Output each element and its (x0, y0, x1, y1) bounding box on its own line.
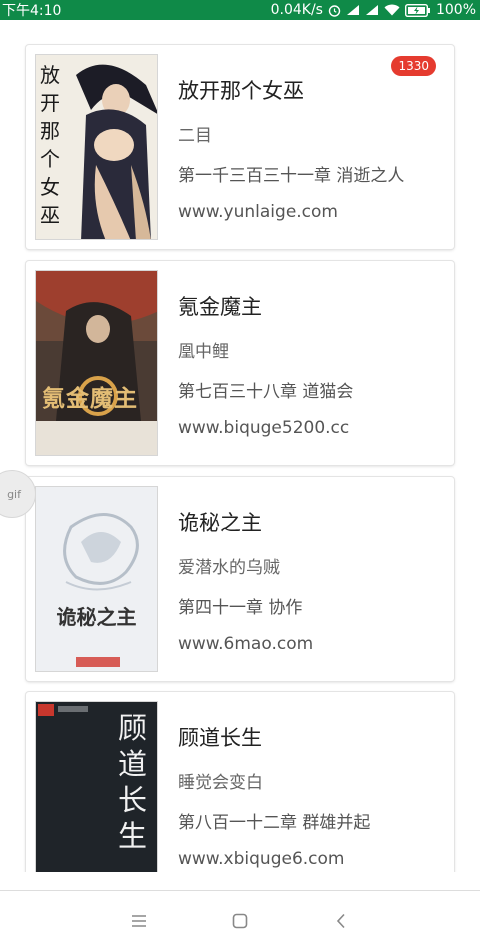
status-indicators: 0.04K/s 100% (271, 2, 476, 18)
book-cover: 诡秘之主 (35, 486, 158, 672)
book-cover: 氪金魔主 (35, 270, 158, 456)
book-author: 二目 (178, 126, 212, 146)
cover-title: 顾道长生 (118, 711, 148, 853)
book-card[interactable]: 氪金魔主 氪金魔主 凰中鲤 第七百三十八章 道猫会 www.biquge5200… (26, 261, 454, 465)
back-button[interactable] (328, 908, 354, 934)
navigation-bar (0, 890, 480, 950)
book-source: www.6mao.com (178, 634, 314, 654)
book-title: 诡秘之主 (178, 511, 262, 535)
menu-button[interactable] (126, 908, 152, 934)
book-source: www.xbiquge6.com (178, 849, 345, 869)
status-time: 下午4:10 (2, 3, 62, 19)
signal-icon-2 (365, 4, 379, 16)
book-latest-chapter: 第四十一章 协作 (178, 598, 303, 618)
book-title: 氪金魔主 (178, 295, 262, 319)
alarm-icon (328, 4, 341, 17)
book-source: www.yunlaige.com (178, 202, 338, 222)
book-latest-chapter: 第一千三百三十一章 消逝之人 (178, 166, 405, 186)
menu-icon (132, 914, 146, 927)
battery-icon (404, 3, 431, 17)
book-card[interactable]: 放开那个女巫 放开那个女巫 二目 第一千三百三十一章 消逝之人 www.yunl… (26, 45, 454, 249)
bookshelf-list[interactable]: 放开那个女巫 放开那个女巫 二目 第一千三百三十一章 消逝之人 www.yunl… (0, 20, 480, 872)
book-author: 睡觉会变白 (178, 773, 263, 793)
unread-badge: 1330 (391, 56, 436, 76)
status-bar: 下午4:10 0.04K/s 100% (0, 0, 480, 20)
wifi-icon (384, 4, 400, 16)
gif-label: gif (7, 487, 21, 501)
book-latest-chapter: 第七百三十八章 道猫会 (178, 382, 354, 402)
home-icon (232, 913, 248, 928)
book-latest-chapter: 第八百一十二章 群雄并起 (178, 813, 371, 833)
back-icon (336, 913, 345, 928)
cover-title: 氪金魔主 (42, 385, 138, 412)
book-cover: 放开那个女巫 (35, 54, 158, 240)
book-source: www.biquge5200.cc (178, 418, 350, 438)
cover-title: 放开那个女巫 (40, 63, 60, 227)
book-card[interactable]: 顾道长生 顾道长生 睡觉会变白 第八百一十二章 群雄并起 www.xbiquge… (26, 692, 454, 872)
book-author: 爱潜水的乌贼 (178, 558, 280, 578)
signal-icon-1 (346, 4, 360, 16)
book-cover: 顾道长生 (35, 701, 158, 872)
book-card[interactable]: 诡秘之主 诡秘之主 爱潜水的乌贼 第四十一章 协作 www.6mao.com (26, 477, 454, 681)
book-title: 放开那个女巫 (178, 79, 304, 103)
book-author: 凰中鲤 (178, 342, 229, 362)
network-speed: 0.04K/s (270, 2, 323, 18)
book-title: 顾道长生 (178, 726, 262, 750)
cover-title: 诡秘之主 (56, 605, 137, 629)
battery-level: 100% (435, 2, 476, 18)
home-button[interactable] (227, 908, 253, 934)
